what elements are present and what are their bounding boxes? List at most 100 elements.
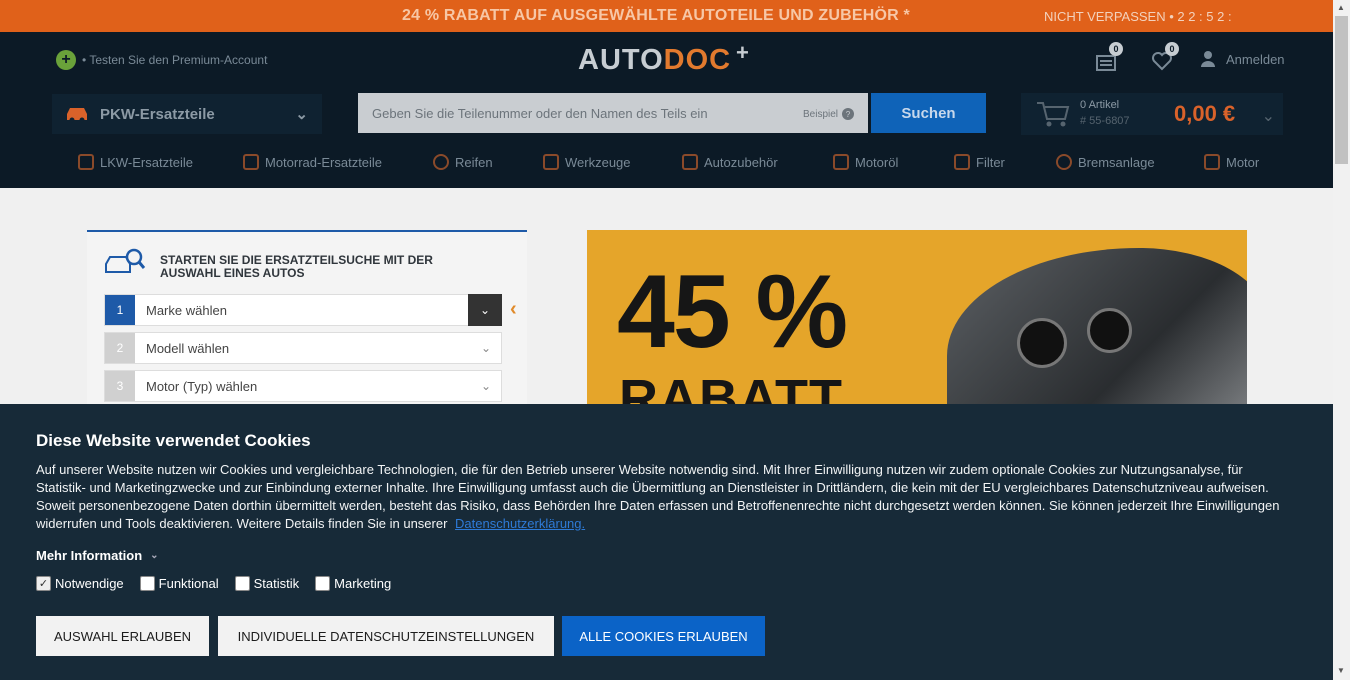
car-finder-panel: STARTEN SIE DIE ERSATZTEILSUCHE MIT DER …	[87, 230, 527, 410]
truck-icon	[78, 154, 94, 170]
nav-item-motorrad[interactable]: Motorrad-Ersatzteile	[243, 154, 382, 170]
promo-bar[interactable]: 24 % RABATT AUF AUSGEWÄHLTE AUTOTEILE UN…	[0, 0, 1333, 32]
logo-text-b: DOC	[663, 44, 732, 76]
checkbox-checked[interactable]: ✓	[36, 576, 51, 591]
nav-label: Motoröl	[855, 154, 899, 170]
site-header: + • Testen Sie den Premium-Account AUTOD…	[0, 32, 1333, 188]
nav-label: Bremsanlage	[1078, 154, 1155, 170]
scrollbar-thumb[interactable]	[1335, 16, 1348, 164]
checkbox-notwendige[interactable]: ✓ Notwendige	[36, 576, 124, 591]
nav-item-lkw[interactable]: LKW-Ersatzteile	[78, 154, 193, 170]
scroll-down-icon[interactable]: ▼	[1337, 666, 1345, 675]
search-button[interactable]: Suchen	[871, 93, 986, 133]
category-select[interactable]: PKW-Ersatzteile ⌄	[52, 94, 322, 134]
garage-button[interactable]: 0	[1095, 42, 1123, 77]
step-model-select[interactable]: 2 Modell wählen ⌄	[104, 332, 502, 364]
nav-label: Motor	[1226, 154, 1260, 170]
oil-icon	[833, 154, 849, 170]
nav-label: Werkzeuge	[565, 154, 631, 170]
chevron-down-icon: ⌄	[150, 550, 159, 561]
cart-total: 0,00 €	[1174, 101, 1236, 126]
checkbox-box[interactable]	[139, 576, 155, 591]
logo-plus: +	[736, 40, 749, 65]
more-info-toggle[interactable]: Mehr Information ⌄	[36, 548, 159, 563]
cookie-title: Diese Website verwendet Cookies	[36, 431, 311, 450]
banner-rabatt: RABATT	[619, 369, 843, 405]
chevron-down-icon: ⌄	[468, 294, 502, 326]
cart-icon	[1037, 102, 1070, 127]
checkbox-funktional[interactable]: Funktional	[139, 576, 219, 591]
premium-link[interactable]: + • Testen Sie den Premium-Account	[56, 50, 267, 70]
page-scrollbar[interactable]: ▲ ▼	[1333, 0, 1350, 680]
example-hint[interactable]: Beispiel ?	[803, 108, 855, 120]
nav-label: Filter	[976, 154, 1005, 170]
step-engine-select[interactable]: 3 Motor (Typ) wählen ⌄	[104, 370, 502, 402]
tire-icon	[433, 154, 449, 170]
nav-label: LKW-Ersatzteile	[100, 154, 193, 170]
wishlist-button[interactable]: 0	[1151, 42, 1179, 77]
checkbox-box[interactable]	[315, 576, 331, 591]
checkbox-label: Funktional	[158, 576, 219, 591]
checkbox-marketing[interactable]: Marketing	[315, 576, 391, 591]
car-search-icon	[105, 248, 146, 273]
more-info-label: Mehr Information	[36, 548, 143, 563]
nav-item-autozubehoer[interactable]: Autozubehör	[682, 154, 778, 170]
checkbox-box[interactable]	[234, 576, 250, 591]
checkbox-statistik[interactable]: Statistik	[234, 576, 300, 591]
logo-text-a: AUTO	[578, 44, 664, 76]
wishlist-badge: 0	[1165, 42, 1179, 56]
promo-banner[interactable]: 45 % RABATT	[587, 230, 1247, 405]
cookie-description: Auf unserer Website nutzen wir Cookies u…	[36, 462, 1280, 531]
cart-number: # 55-6807	[1080, 115, 1130, 127]
nav-label: Motorrad-Ersatzteile	[265, 154, 383, 170]
example-label: Beispiel	[803, 108, 839, 120]
nav-item-filter[interactable]: Filter	[954, 154, 1005, 170]
step-label: Modell wählen	[146, 340, 230, 356]
nav-item-werkzeuge[interactable]: Werkzeuge	[543, 154, 631, 170]
cart-button[interactable]: 0 Artikel # 55-6807 0,00 € ⌄	[1021, 93, 1283, 135]
scroll-up-icon[interactable]: ▲	[1337, 3, 1345, 12]
premium-text: • Testen Sie den Premium-Account	[82, 53, 268, 67]
category-label: PKW-Ersatzteile	[100, 105, 215, 123]
chevron-down-icon: ⌄	[295, 106, 308, 123]
individual-settings-button[interactable]: INDIVIDUELLE DATENSCHUTZEINSTELLUNGEN	[218, 616, 554, 656]
chevron-down-icon: ⌄	[1261, 108, 1275, 125]
plus-circle-icon: +	[56, 50, 76, 70]
promo-timer: NICHT VERPASSEN • 2 2 : 5 2 :	[1044, 9, 1232, 24]
checkbox-label: Notwendige	[55, 576, 124, 591]
privacy-link[interactable]: Datenschutzerklärung.	[455, 516, 585, 531]
step-label: Marke wählen	[146, 302, 227, 318]
allow-all-cookies-button[interactable]: ALLE COOKIES ERLAUBEN	[562, 616, 765, 656]
nav-item-reifen[interactable]: Reifen	[433, 154, 493, 170]
chevron-left-icon: ‹	[510, 298, 517, 320]
question-icon: ?	[842, 108, 855, 120]
engine-icon	[1204, 154, 1220, 170]
category-nav: LKW-Ersatzteile Motorrad-Ersatzteile Rei…	[0, 152, 1333, 178]
chevron-down-icon: ⌄	[480, 379, 491, 393]
headlight-image	[947, 248, 1247, 405]
checkbox-label: Marketing	[334, 576, 392, 591]
motorbike-icon	[243, 154, 259, 170]
car-icon	[67, 108, 87, 123]
checkbox-label: Statistik	[253, 576, 300, 591]
tools-icon	[543, 154, 559, 170]
step-brand-select[interactable]: 1 Marke wählen ⌄	[104, 294, 502, 326]
brake-icon	[1056, 154, 1072, 170]
allow-selection-button[interactable]: AUSWAHL ERLAUBEN	[36, 616, 209, 656]
accessory-icon	[682, 154, 698, 170]
cookie-text: Auf unserer Website nutzen wir Cookies u…	[36, 461, 1296, 533]
chevron-down-icon: ⌄	[480, 341, 491, 355]
autodoc-logo[interactable]: AUTODOC	[578, 44, 731, 77]
login-link[interactable]: Anmelden	[1200, 50, 1285, 68]
banner-percent: 45 %	[617, 254, 848, 370]
login-label: Anmelden	[1226, 51, 1285, 67]
nav-item-bremsanlage[interactable]: Bremsanlage	[1056, 154, 1155, 170]
step-number: 2	[105, 333, 135, 363]
nav-item-motor[interactable]: Motor	[1204, 154, 1259, 170]
step-number: 3	[105, 371, 135, 401]
finder-title: STARTEN SIE DIE ERSATZTEILSUCHE MIT DER …	[160, 253, 433, 280]
nav-label: Reifen	[455, 154, 493, 170]
search-input[interactable]	[358, 93, 868, 133]
nav-item-motoroel[interactable]: Motoröl	[833, 154, 898, 170]
filter-icon	[954, 154, 970, 170]
